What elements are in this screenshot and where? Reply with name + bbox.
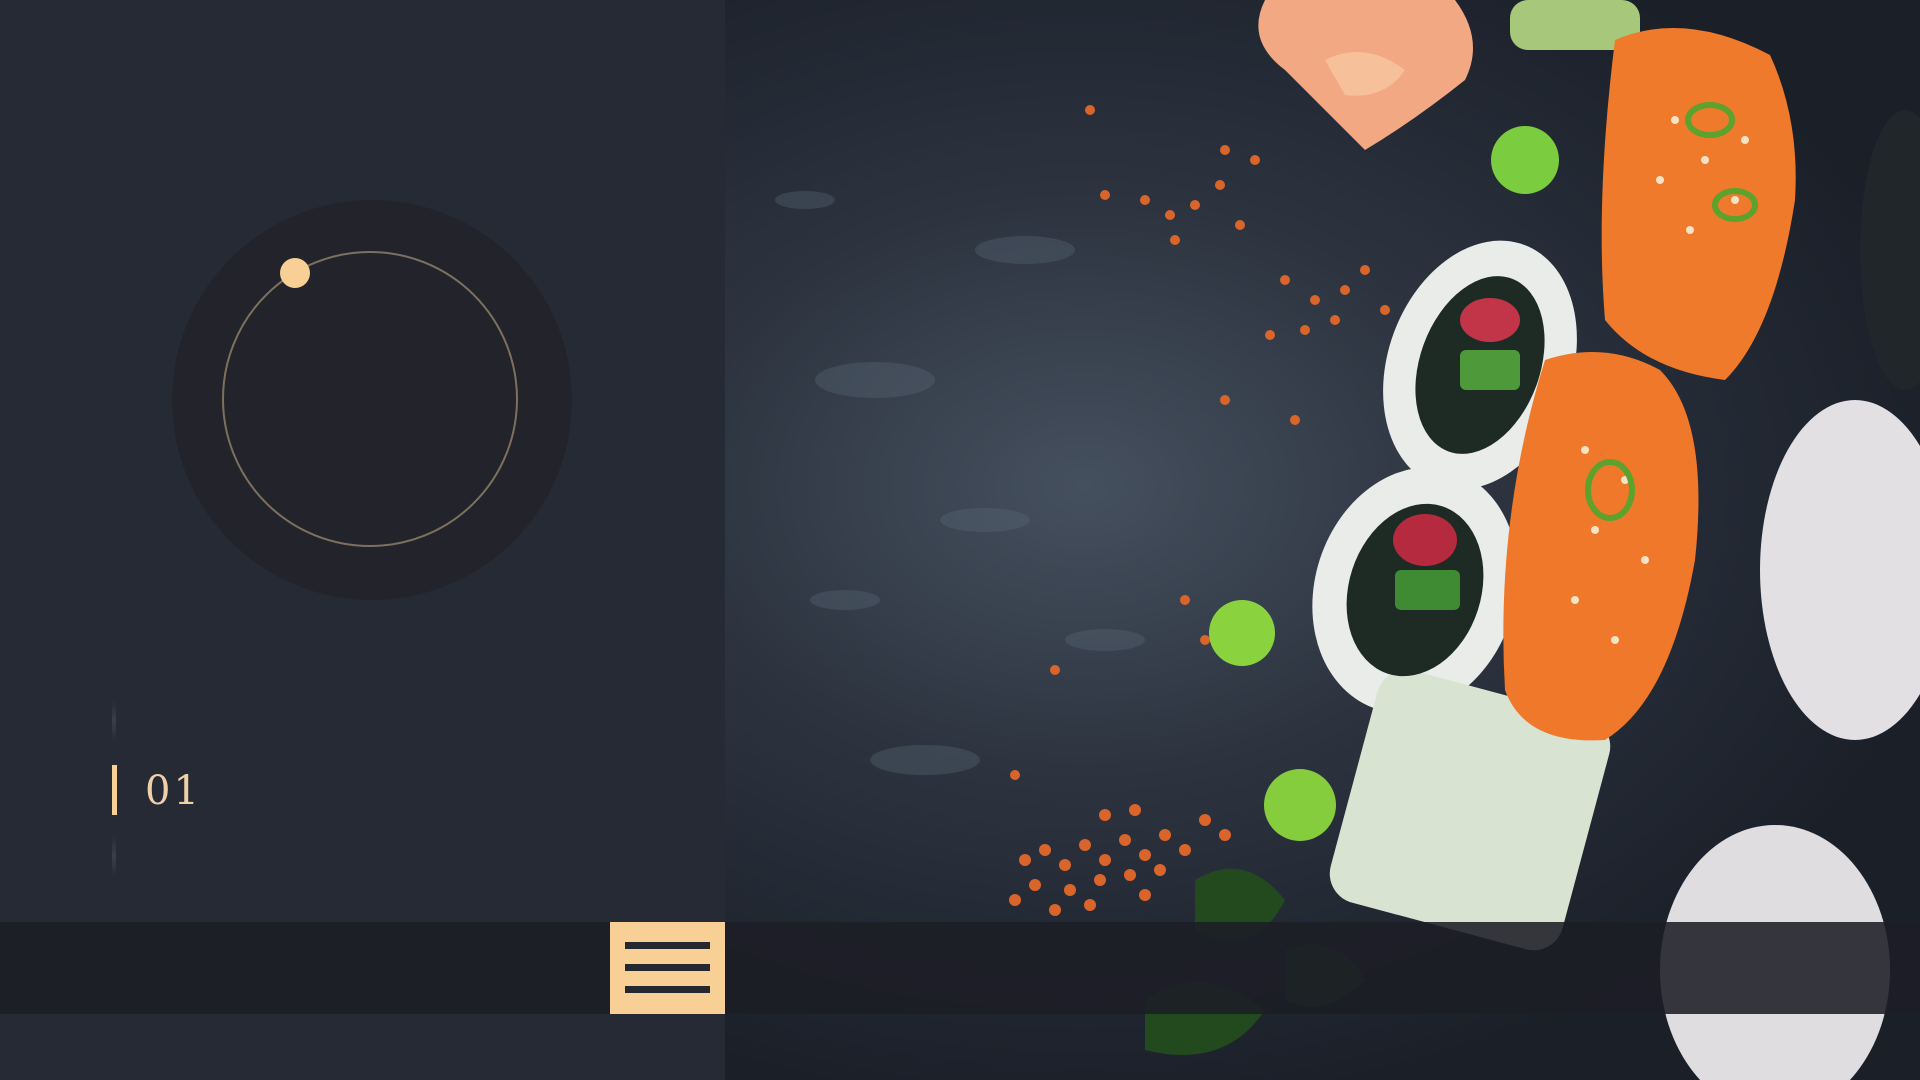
sushi-illustration [775, 0, 1920, 1080]
progress-dial-ring [222, 251, 518, 547]
slide-tick-next[interactable] [112, 835, 116, 877]
sushi-platter-photo [725, 0, 1920, 1080]
progress-dial-indicator[interactable] [280, 258, 310, 288]
slide-tick-active[interactable] [112, 765, 117, 815]
slide-number: 01 [145, 768, 202, 814]
slide-tick-previous[interactable] [112, 700, 116, 742]
left-panel: 01 [0, 0, 725, 1080]
bottom-bar [0, 922, 1920, 1014]
menu-button[interactable] [610, 922, 725, 1014]
